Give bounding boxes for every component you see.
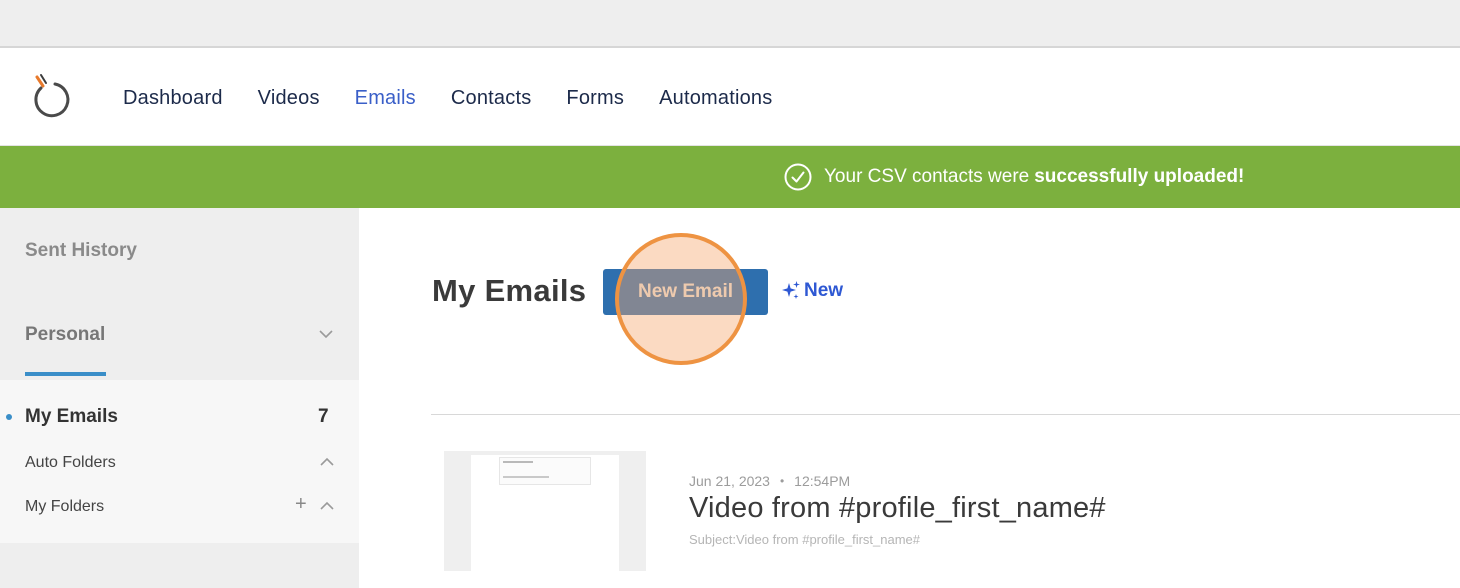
email-time: 12:54PM [794, 473, 851, 489]
page-title: My Emails [432, 273, 587, 308]
chevron-up-icon[interactable] [319, 457, 335, 467]
nav-dashboard[interactable]: Dashboard [123, 87, 223, 110]
banner-text-strong: successfully uploaded! [1034, 166, 1245, 187]
sidebar-tab-personal[interactable]: Personal [25, 324, 105, 346]
chevron-down-icon[interactable] [318, 329, 334, 339]
nav-emails[interactable]: Emails [355, 87, 416, 110]
sidebar-item-my-folders[interactable]: My Folders [25, 498, 104, 516]
nav-forms[interactable]: Forms [566, 87, 624, 110]
chevron-up-icon[interactable] [319, 501, 335, 511]
thumbnail-header [499, 457, 591, 485]
sparkle-icon [782, 281, 800, 299]
top-navbar: Dashboard Videos Emails Contacts Forms A… [0, 50, 1460, 146]
sidebar-item-my-emails[interactable]: My Emails [25, 406, 118, 428]
thumbnail-line [503, 461, 533, 463]
active-dot [6, 414, 12, 420]
nav-videos[interactable]: Videos [258, 87, 320, 110]
meta-separator: • [779, 474, 785, 488]
my-emails-count: 7 [318, 406, 329, 427]
sidebar-item-auto-folders[interactable]: Auto Folders [25, 454, 116, 472]
check-circle-icon [784, 163, 812, 191]
divider [431, 414, 1460, 415]
main-nav: Dashboard Videos Emails Contacts Forms A… [123, 50, 807, 146]
sidebar: Sent History Personal My Emails 7 Auto F… [0, 208, 359, 588]
email-subject: Subject:Video from #profile_first_name# [689, 532, 920, 547]
active-tab-underline [25, 372, 106, 376]
sidebar-item-sent-history[interactable]: Sent History [25, 240, 137, 262]
nav-contacts[interactable]: Contacts [451, 87, 532, 110]
nav-automations[interactable]: Automations [659, 87, 772, 110]
thumbnail-line [503, 476, 549, 478]
email-thumbnail[interactable] [444, 451, 646, 571]
new-ai-link[interactable]: New [780, 280, 843, 302]
success-banner: Your CSV contacts were successfully uplo… [0, 146, 1460, 208]
add-folder-icon[interactable]: + [295, 493, 307, 516]
email-date: Jun 21, 2023 [689, 473, 770, 489]
new-email-button[interactable]: New Email [603, 269, 768, 315]
browser-chrome [0, 0, 1460, 48]
email-meta: Jun 21, 2023 • 12:54PM [689, 473, 850, 489]
brand-logo-icon[interactable] [28, 70, 72, 120]
thumbnail-card [471, 455, 619, 571]
new-link-label: New [804, 280, 844, 301]
banner-message: Your CSV contacts were successfully uplo… [784, 162, 1244, 192]
banner-text: Your CSV contacts were [824, 166, 1030, 187]
email-title[interactable]: Video from #profile_first_name# [689, 492, 1106, 525]
sidebar-folder-panel: My Emails 7 Auto Folders My Folders + [0, 380, 359, 543]
